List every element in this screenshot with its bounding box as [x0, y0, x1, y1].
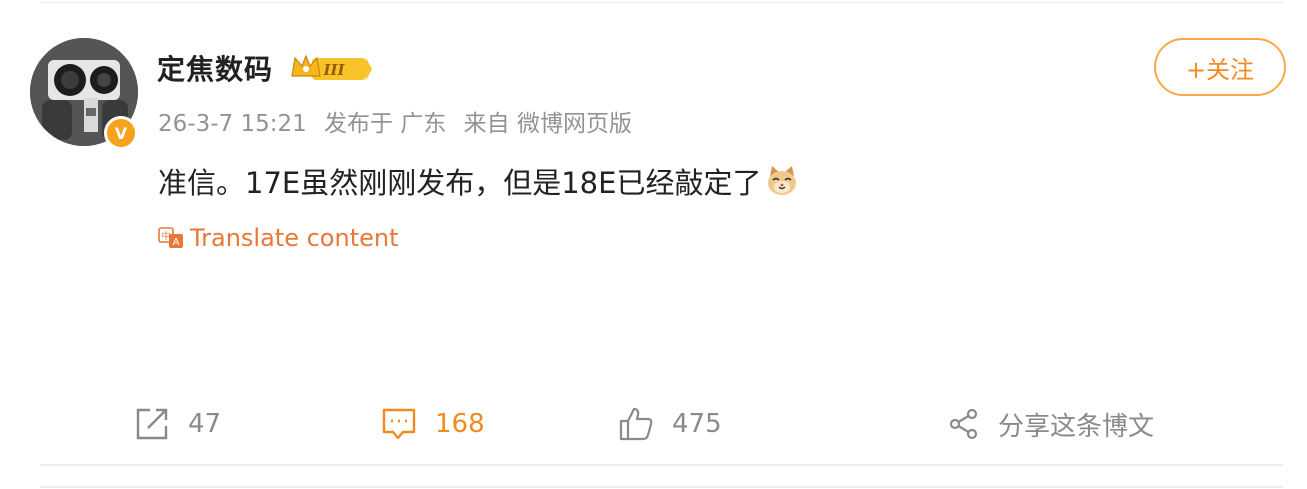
crown-level-badge-icon[interactable]: III [290, 52, 372, 84]
share-button[interactable]: 分享这条博文 [948, 402, 1154, 446]
post-meta: 26-3-7 15:21 发布于 广东 来自 微博网页版 [158, 104, 642, 138]
share-icon [949, 408, 978, 440]
post-source: 来自 微博网页版 [463, 111, 632, 137]
level-label: III [322, 61, 345, 79]
follow-button[interactable]: +关注 [1154, 38, 1286, 96]
translate-link[interactable]: 中 A Translate content [158, 224, 399, 252]
top-divider [40, 2, 1283, 3]
username[interactable]: 定焦数码 [157, 48, 273, 88]
comment-button[interactable]: 168 [381, 402, 485, 446]
translate-icon: 中 A [158, 227, 183, 248]
share-label: 分享这条博文 [998, 411, 1155, 442]
thumbs-up-icon [619, 407, 653, 441]
post-content: 准信。17E虽然刚刚发布，但是18E已经敲定了 [158, 160, 799, 202]
like-button[interactable]: 475 [618, 402, 722, 446]
repost-icon [136, 408, 168, 440]
post-location: 发布于 广东 [324, 111, 447, 137]
translate-label: Translate content [190, 224, 399, 252]
comment-icon [382, 408, 416, 440]
repost-count: 47 [188, 409, 222, 439]
post-timestamp[interactable]: 26-3-7 15:21 [158, 111, 307, 137]
like-count: 475 [672, 409, 722, 439]
comment-count: 168 [435, 409, 485, 439]
verified-badge: V [104, 116, 138, 150]
repost-button[interactable]: 47 [134, 402, 221, 446]
bottom-divider [40, 464, 1283, 466]
cat-emoji-icon [768, 166, 797, 195]
weibo-post-card: V 定焦数码 III 26-3-7 15:21 发布于 广东 来自 微博网页版 … [0, 0, 1307, 489]
next-card-divider [40, 486, 1283, 488]
post-content-text: 准信。17E虽然刚刚发布，但是18E已经敲定了 [158, 166, 762, 200]
svg-text:A: A [173, 237, 180, 248]
